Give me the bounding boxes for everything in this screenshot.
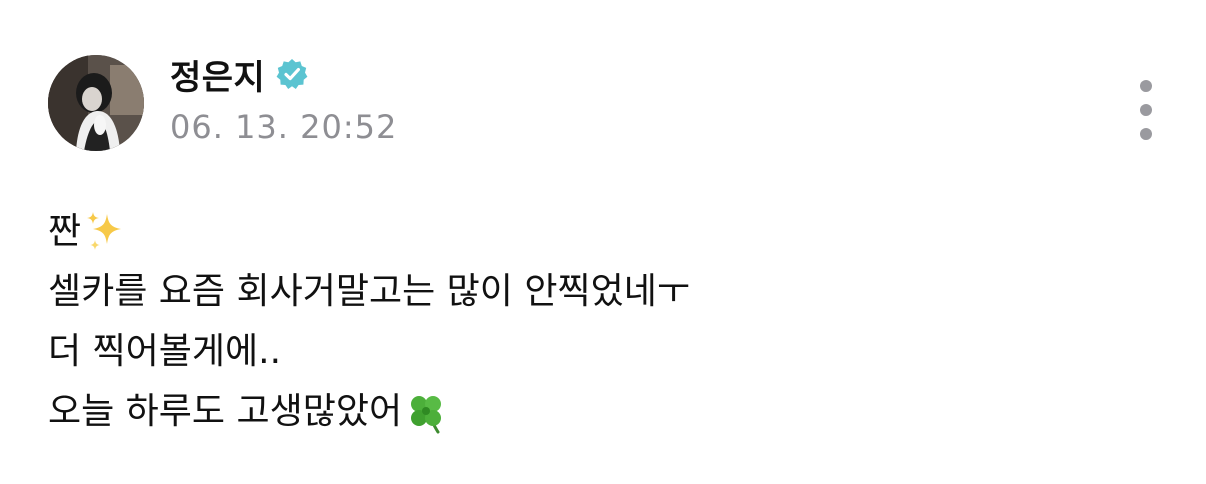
- more-options-button[interactable]: [1128, 80, 1164, 140]
- post-body: 짠 셀카를 요즘 회사거말고는 많이 안찍었네ㅜ 더 찍어볼게에.. 오늘 하루…: [48, 202, 1148, 442]
- more-vertical-icon: [1140, 80, 1152, 92]
- post-line: 짠: [48, 202, 1148, 262]
- post-card: 정은지 06. 13. 20:52 짠 셀카를 요즘 회사거말고는 많이 안찍었…: [0, 0, 1206, 484]
- sparkles-icon: [83, 210, 127, 254]
- post-timestamp: 06. 13. 20:52: [170, 108, 398, 146]
- avatar[interactable]: [48, 55, 144, 151]
- verified-badge-icon: [275, 57, 309, 91]
- four-leaf-clover-icon: [404, 390, 448, 434]
- post-line: 오늘 하루도 고생많았어: [48, 382, 1148, 442]
- post-line-text: 오늘 하루도 고생많았어: [48, 391, 403, 432]
- post-line: 셀카를 요즘 회사거말고는 많이 안찍었네ㅜ: [48, 262, 1148, 322]
- post-line-text: 짠: [48, 211, 82, 252]
- author-name[interactable]: 정은지: [170, 50, 265, 99]
- post-line-text: 더 찍어볼게에..: [48, 331, 282, 372]
- avatar-photo: [48, 55, 144, 151]
- author-row: 정은지: [170, 50, 309, 98]
- more-vertical-icon: [1140, 128, 1152, 140]
- post-line: 더 찍어볼게에..: [48, 322, 1148, 382]
- more-vertical-icon: [1140, 104, 1152, 116]
- post-line-text: 셀카를 요즘 회사거말고는 많이 안찍었네ㅜ: [48, 271, 690, 312]
